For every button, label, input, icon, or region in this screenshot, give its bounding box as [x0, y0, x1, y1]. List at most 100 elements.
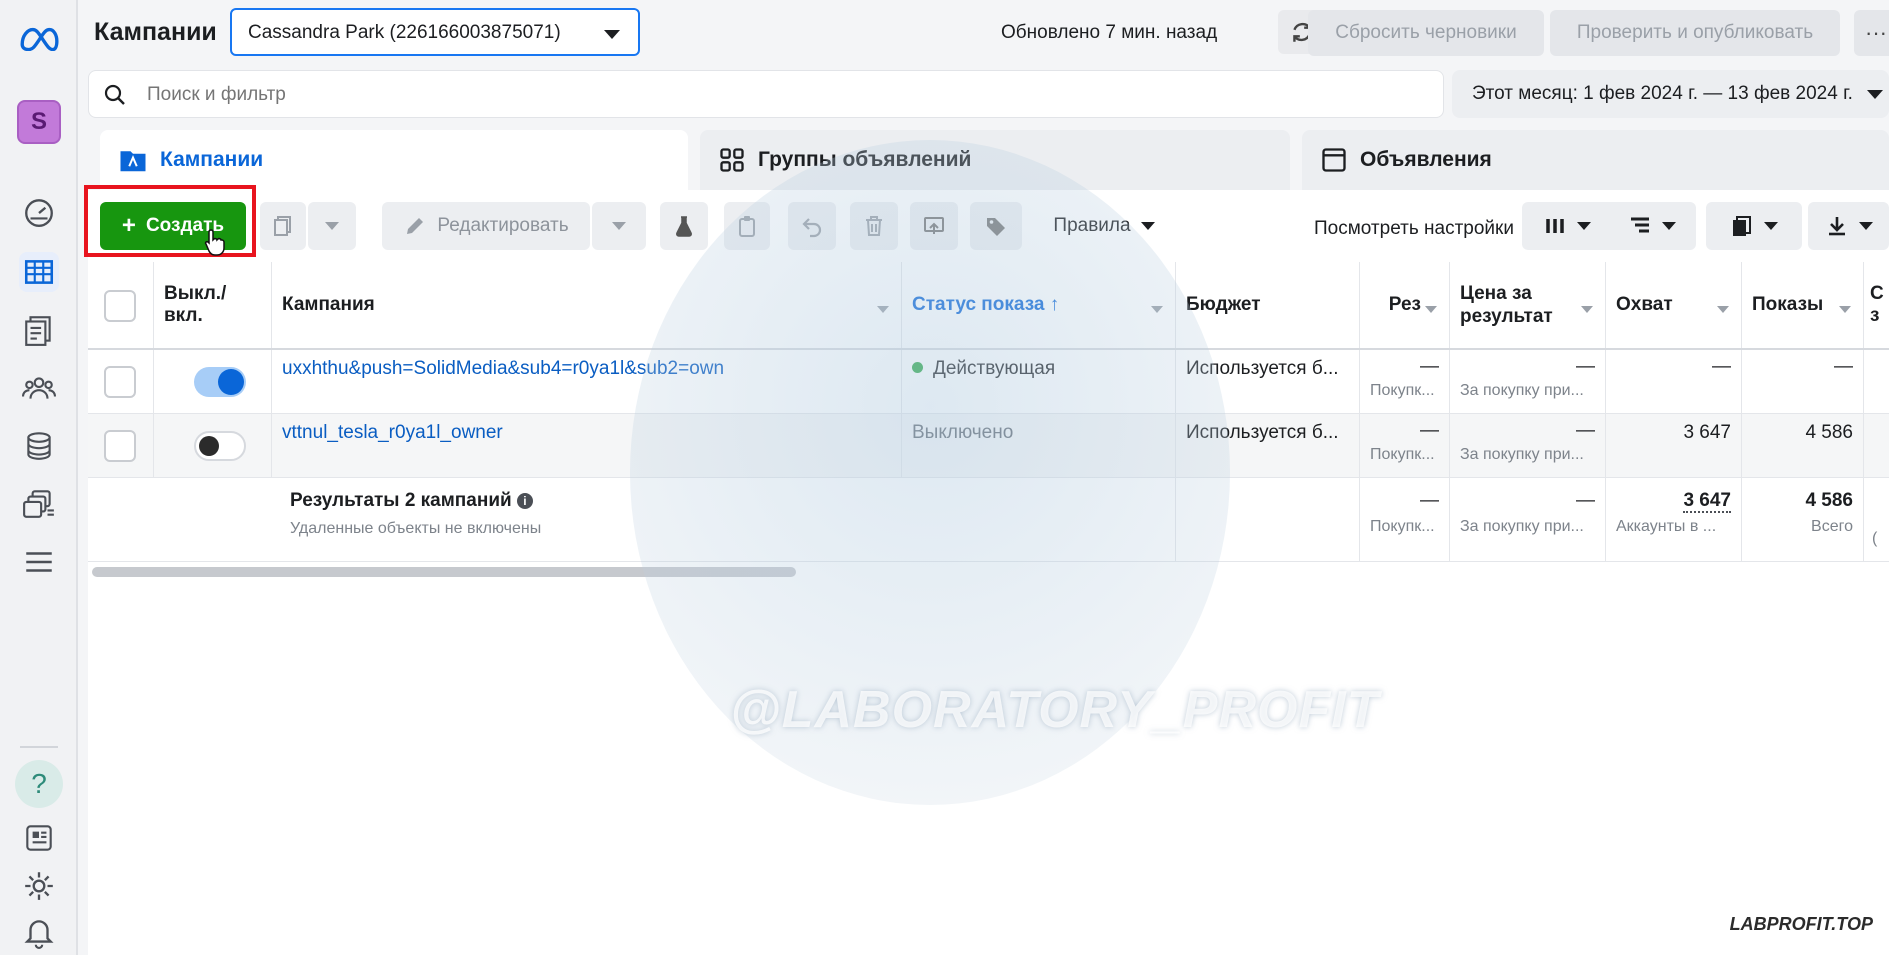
- results-value: —: [1420, 420, 1439, 441]
- account-selector-value: Cassandra Park (226166003875071): [248, 22, 561, 43]
- header-results[interactable]: Рез: [1360, 262, 1450, 348]
- page-title: Кампании: [94, 18, 217, 46]
- select-all-checkbox[interactable]: [104, 290, 136, 322]
- corner-watermark: LABPROFIT.TOP: [1729, 914, 1873, 934]
- header-impressions[interactable]: Показы: [1742, 262, 1864, 348]
- totals-label: Результаты 2 кампаний: [290, 490, 512, 511]
- campaign-off-toggle[interactable]: [194, 431, 246, 461]
- columns-dropdown-btn[interactable]: [1522, 202, 1612, 250]
- rules-label: Правила: [1053, 215, 1131, 236]
- table-header-row: Выкл./ вкл. Кампания Статус показа ↑ Бюд…: [88, 262, 1889, 350]
- search-input[interactable]: [147, 81, 1347, 109]
- cost-value: —: [1576, 356, 1595, 377]
- notifications-bell-icon[interactable]: [19, 912, 59, 952]
- horizontal-scrollbar[interactable]: [92, 567, 796, 577]
- news-feed-icon[interactable]: [19, 818, 59, 858]
- date-range-picker[interactable]: Этот месяц: 1 фев 2024 г. — 13 фев 2024 …: [1452, 70, 1889, 118]
- ab-test-button[interactable]: [660, 202, 708, 250]
- info-icon[interactable]: i: [516, 493, 533, 509]
- review-publish-button[interactable]: Проверить и опубликовать: [1550, 10, 1840, 56]
- tab-campaigns[interactable]: Кампании: [100, 130, 688, 190]
- totals-note: Удаленные объекты не включены: [290, 520, 542, 537]
- header-budget[interactable]: Бюджет: [1176, 262, 1360, 348]
- header-delivery-status[interactable]: Статус показа ↑: [902, 262, 1176, 348]
- campaign-name-link[interactable]: uxxhthu&push=SolidMedia&sub4=r0ya1l&sub2…: [282, 358, 724, 379]
- undo-button[interactable]: [788, 202, 836, 250]
- delivery-status-text: Действующая: [933, 358, 1056, 379]
- totals-label-line: Результаты 2 кампаний i: [290, 490, 1165, 512]
- duplicate-dropdown-button[interactable]: [308, 202, 356, 250]
- header-select-cell: [88, 262, 154, 348]
- sort-caret-icon: [1581, 306, 1593, 313]
- tab-ads[interactable]: Объявления: [1302, 130, 1889, 190]
- rail-divider: [20, 746, 58, 748]
- header-reach[interactable]: Охват: [1606, 262, 1742, 348]
- totals-impressions-cell: 4 586 Всего: [1742, 478, 1864, 561]
- tag-icon: [987, 218, 1005, 236]
- totals-reach-value[interactable]: 3 647: [1683, 490, 1731, 513]
- campaign-name-link[interactable]: vttnul_tesla_r0ya1l_owner: [282, 422, 503, 443]
- cost-subtext: За покупку при...: [1460, 446, 1584, 463]
- meta-logo-icon[interactable]: [16, 18, 62, 58]
- delivery-status-cell: Выключено: [902, 414, 1176, 477]
- header-campaign[interactable]: Кампания: [272, 262, 902, 348]
- campaigns-table-icon[interactable]: [19, 252, 59, 292]
- audiences-people-icon[interactable]: [19, 368, 59, 408]
- header-impressions-label: Показы: [1752, 294, 1824, 315]
- paste-button[interactable]: [724, 202, 770, 250]
- header-onoff[interactable]: Выкл./ вкл.: [154, 262, 272, 348]
- billing-coins-icon[interactable]: [19, 426, 59, 466]
- status-active-dot: [912, 362, 923, 373]
- ad-window-icon: [1322, 148, 1346, 172]
- export-preview-button[interactable]: [910, 202, 958, 250]
- reports-dropdown[interactable]: [1706, 202, 1802, 250]
- account-selector[interactable]: Cassandra Park (226166003875071): [230, 8, 640, 56]
- search-bar[interactable]: [88, 70, 1444, 118]
- results-cell: — Покупк...: [1360, 350, 1450, 413]
- help-question-icon[interactable]: ?: [15, 760, 63, 808]
- duplicate-button[interactable]: [260, 202, 306, 250]
- table-row[interactable]: uxxhthu&push=SolidMedia&sub4=r0ya1l&sub2…: [88, 350, 1889, 414]
- campaign-on-toggle[interactable]: [194, 367, 246, 397]
- results-subtext: Покупк...: [1370, 446, 1435, 463]
- totals-results-cell: — Покупк...: [1360, 478, 1450, 561]
- header-results-label: Рез: [1388, 294, 1421, 315]
- sort-caret-icon: [877, 306, 889, 313]
- more-options-button[interactable]: ···: [1854, 10, 1889, 56]
- folder-icon: [120, 151, 146, 172]
- totals-impressions-subtext: Всего: [1811, 518, 1853, 535]
- totals-label-cell: Результаты 2 кампаний i Удаленные объект…: [272, 478, 1176, 561]
- header-campaign-label: Кампания: [282, 294, 375, 315]
- totals-results-value: —: [1420, 490, 1439, 511]
- header-next-column[interactable]: С з: [1864, 262, 1889, 348]
- edit-dropdown-button[interactable]: [592, 202, 646, 250]
- dashboard-gauge-icon[interactable]: [19, 192, 59, 232]
- duplicate-icon: [274, 216, 291, 236]
- account-avatar[interactable]: S: [17, 100, 61, 144]
- sort-caret-icon: [1717, 306, 1729, 313]
- reach-cell: —: [1606, 350, 1742, 413]
- delete-button[interactable]: [850, 202, 898, 250]
- settings-gear-icon[interactable]: [19, 866, 59, 906]
- undo-icon: [802, 218, 822, 238]
- tab-ad-sets[interactable]: Группы объявлений: [700, 130, 1290, 190]
- edit-button[interactable]: Редактировать: [382, 202, 590, 250]
- campaign-name-cell: vttnul_tesla_r0ya1l_owner: [272, 414, 902, 477]
- row-checkbox[interactable]: [104, 430, 136, 462]
- totals-cost-value: —: [1576, 490, 1595, 511]
- chevron-down-icon: [1662, 222, 1676, 230]
- breakdown-dropdown[interactable]: [1608, 202, 1696, 250]
- rules-dropdown[interactable]: Правила: [1038, 202, 1170, 250]
- chevron-down-icon: [604, 30, 620, 39]
- reports-pages-icon[interactable]: [19, 310, 59, 350]
- ad-library-stack-icon[interactable]: [19, 484, 59, 524]
- row-checkbox[interactable]: [104, 366, 136, 398]
- table-row[interactable]: vttnul_tesla_r0ya1l_owner Выключено Испо…: [88, 414, 1889, 478]
- export-dropdown[interactable]: [1808, 202, 1889, 250]
- discard-drafts-button[interactable]: Сбросить черновики: [1308, 10, 1544, 56]
- sort-caret-icon: [1151, 306, 1163, 313]
- chevron-down-icon: [612, 222, 626, 230]
- header-cost-per-result[interactable]: Цена за результат: [1450, 262, 1606, 348]
- menu-hamburger-icon[interactable]: [19, 542, 59, 582]
- tag-button[interactable]: [970, 202, 1022, 250]
